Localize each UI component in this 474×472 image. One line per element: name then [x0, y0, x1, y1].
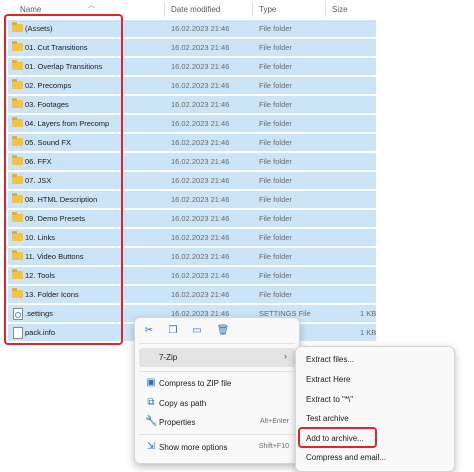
context-menu: ✂ ❐ ▭ 🗑 7-Zip › ▣ Compress to ZIP file ⧉…	[134, 317, 300, 464]
file-type: File folder	[259, 100, 292, 109]
file-type: File folder	[259, 157, 292, 166]
menu-separator	[139, 371, 295, 372]
submenu-item-compress-and-email[interactable]: Compress and email...	[300, 448, 450, 467]
cut-icon[interactable]: ✂	[141, 323, 157, 339]
submenu-item-label: Extract files...	[306, 355, 355, 364]
menu-item-show-more-options[interactable]: ⇲ Show more options Shift+F10	[139, 438, 295, 457]
submenu-item-label: Extract to "*\"	[306, 395, 354, 404]
file-type: File folder	[259, 176, 292, 185]
menu-item-compress-zip[interactable]: ▣ Compress to ZIP file	[139, 374, 295, 393]
rename-icon[interactable]: ▭	[189, 323, 205, 339]
properties-icon: 🔧	[145, 416, 158, 427]
file-size: 1 KB	[360, 309, 377, 318]
file-type: File folder	[259, 233, 292, 242]
file-type: File folder	[259, 119, 292, 128]
submenu-item-label: Test archive	[306, 414, 349, 423]
file-type: File folder	[259, 290, 292, 299]
column-divider[interactable]	[325, 2, 326, 17]
file-date: 16.02.2023 21:46	[171, 157, 230, 166]
file-type: File folder	[259, 214, 292, 223]
file-type: File folder	[259, 252, 292, 261]
file-date: 16.02.2023 21:46	[171, 233, 230, 242]
submenu-item-extract-files[interactable]: Extract files...	[300, 350, 450, 369]
submenu-item-extract-to[interactable]: Extract to "*\"	[300, 390, 450, 409]
column-divider[interactable]	[164, 2, 165, 17]
file-type: File folder	[259, 43, 292, 52]
file-date: 16.02.2023 21:46	[171, 24, 230, 33]
file-date: 16.02.2023 21:46	[171, 176, 230, 185]
file-date: 16.02.2023 21:46	[171, 62, 230, 71]
file-date: 16.02.2023 21:46	[171, 195, 230, 204]
file-type: File folder	[259, 138, 292, 147]
column-date-modified[interactable]: Date modified	[171, 5, 220, 14]
copy-icon[interactable]: ❐	[165, 323, 181, 339]
column-name[interactable]: Name	[20, 5, 41, 14]
shortcut-label: Alt+Enter	[260, 418, 289, 425]
menu-item-label: Copy as path	[159, 399, 207, 408]
sort-ascending-icon[interactable]: ︿	[88, 0, 95, 10]
menu-separator	[139, 343, 295, 344]
column-type[interactable]: Type	[259, 5, 276, 14]
delete-icon[interactable]: 🗑	[215, 323, 231, 339]
menu-item-label: Properties	[159, 418, 196, 427]
file-date: 16.02.2023 21:46	[171, 100, 230, 109]
file-date: 16.02.2023 21:46	[171, 138, 230, 147]
menu-item-7zip[interactable]: 7-Zip ›	[139, 348, 295, 367]
menu-item-properties[interactable]: 🔧 Properties Alt+Enter	[139, 413, 295, 432]
menu-item-label: Compress to ZIP file	[159, 379, 232, 388]
file-type: File folder	[259, 195, 292, 204]
submenu-item-label: Extract Here	[306, 375, 351, 384]
copy-path-icon: ⧉	[147, 397, 155, 408]
chevron-right-icon: ›	[284, 351, 287, 361]
more-options-icon: ⇲	[146, 441, 156, 452]
menu-item-label: Show more options	[159, 443, 228, 452]
submenu-item-label: Compress and email...	[306, 453, 387, 462]
file-date: 16.02.2023 21:46	[171, 290, 230, 299]
file-date: 16.02.2023 21:46	[171, 271, 230, 280]
file-date: 16.02.2023 21:46	[171, 252, 230, 261]
file-type: File folder	[259, 271, 292, 280]
menu-item-label: 7-Zip	[159, 353, 178, 362]
file-size: 1 KB	[360, 328, 377, 337]
file-date: 16.02.2023 21:46	[171, 214, 230, 223]
file-type: File folder	[259, 81, 292, 90]
selection-highlight-box	[4, 14, 123, 345]
file-date: 16.02.2023 21:46	[171, 43, 230, 52]
menu-separator	[139, 434, 295, 435]
submenu-item-test-archive[interactable]: Test archive	[300, 409, 450, 428]
file-type: File folder	[259, 24, 292, 33]
file-date: 16.02.2023 21:46	[171, 81, 230, 90]
column-divider[interactable]	[252, 2, 253, 17]
shortcut-label: Shift+F10	[258, 443, 289, 450]
menu-item-copy-as-path[interactable]: ⧉ Copy as path	[139, 394, 295, 413]
file-date: 16.02.2023 21:46	[171, 119, 230, 128]
column-size[interactable]: Size	[332, 5, 348, 14]
submenu-item-extract-here[interactable]: Extract Here	[300, 370, 450, 389]
file-type: File folder	[259, 62, 292, 71]
add-to-archive-highlight-box	[298, 427, 377, 448]
submenu-7zip: Extract files... Extract Here Extract to…	[295, 346, 455, 472]
zip-icon: ▣	[146, 377, 156, 388]
